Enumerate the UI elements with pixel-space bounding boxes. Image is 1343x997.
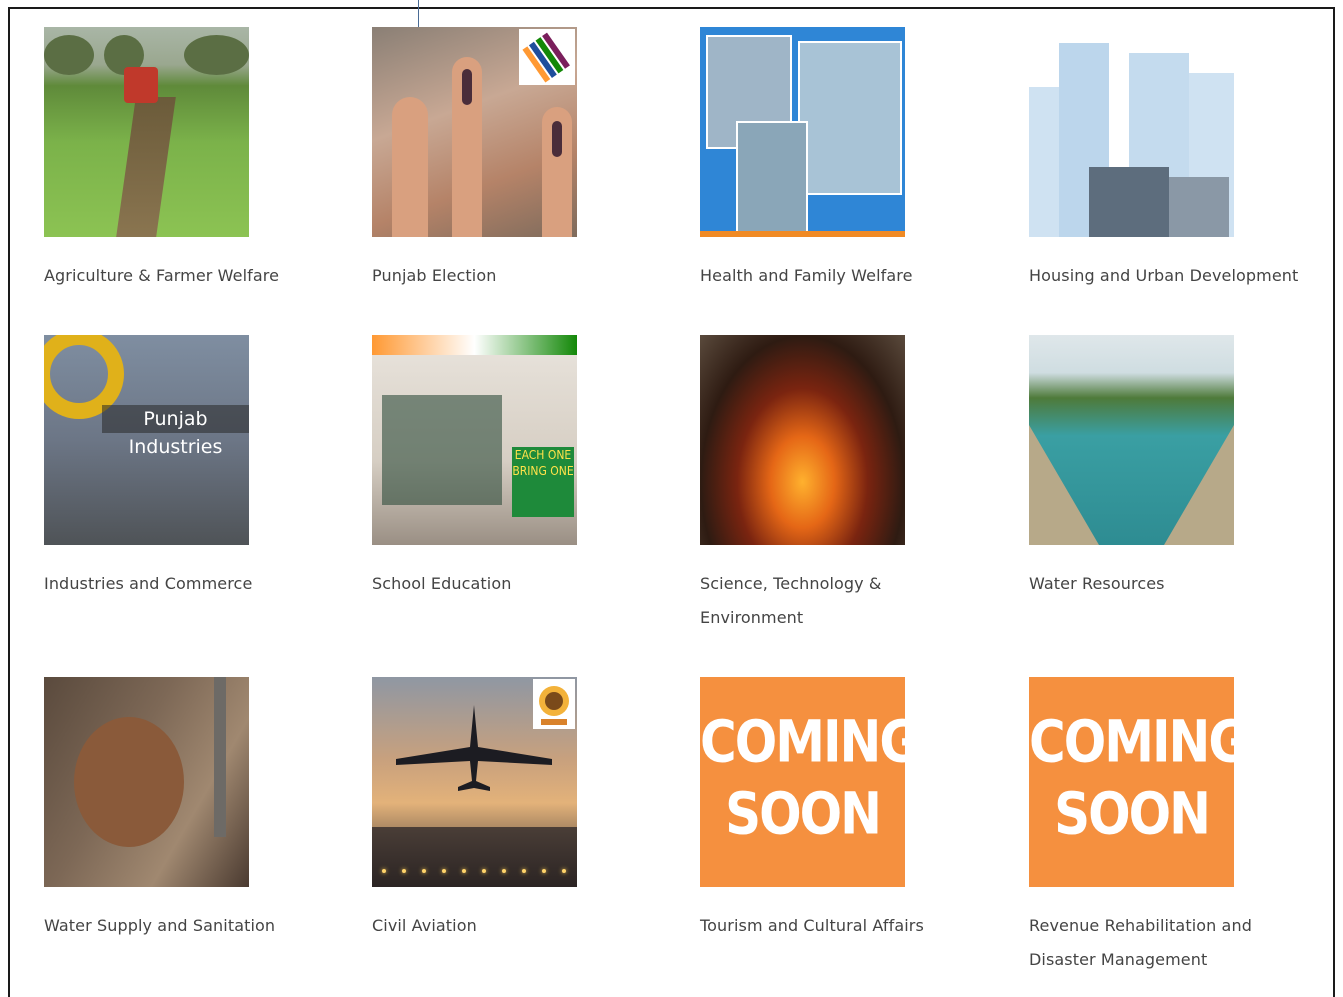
health-image[interactable] xyxy=(700,27,905,237)
runway-light xyxy=(462,869,466,873)
canal-bank xyxy=(1164,425,1234,545)
soon-text: SOON xyxy=(725,780,882,848)
tile-label[interactable]: Industries and Commerce xyxy=(44,567,344,601)
civil-aviation-image[interactable] xyxy=(372,677,577,887)
soon-text: SOON xyxy=(1054,780,1211,848)
tricolor-band xyxy=(372,335,577,355)
tile-housing[interactable]: Housing and Urban Development xyxy=(1029,27,1329,293)
tile-punjab-election[interactable]: Punjab Election xyxy=(372,27,672,293)
tile-label[interactable]: Water Resources xyxy=(1029,567,1329,601)
photo-panel xyxy=(798,41,902,195)
tractor-shape xyxy=(124,67,158,103)
tree-shape xyxy=(44,35,94,75)
tile-label[interactable]: Agriculture & Farmer Welfare xyxy=(44,259,344,293)
runway-light xyxy=(422,869,426,873)
tile-label[interactable]: Housing and Urban Development xyxy=(1029,259,1329,293)
tile-label[interactable]: School Education xyxy=(372,567,672,601)
each-one-bring-one-sign: EACH ONE BRING ONE xyxy=(512,447,574,517)
runway-light xyxy=(522,869,526,873)
tile-agriculture[interactable]: Agriculture & Farmer Welfare xyxy=(44,27,344,293)
building-shape xyxy=(1169,177,1229,237)
furrow-shape xyxy=(116,97,176,237)
government-emblem-icon xyxy=(533,679,575,729)
pipe-shape xyxy=(214,677,226,837)
tile-label[interactable]: Science, Technology & Environment xyxy=(700,567,920,635)
industries-image[interactable]: Punjab Industries xyxy=(44,335,249,545)
runway-light xyxy=(442,869,446,873)
water-resources-image[interactable] xyxy=(1029,335,1234,545)
election-logo-icon xyxy=(519,29,575,85)
punjab-industries-banner: Punjab Industries xyxy=(102,405,249,458)
tile-label[interactable]: Civil Aviation xyxy=(372,909,672,943)
coming-text: COMING xyxy=(1029,708,1234,776)
finger-shape xyxy=(392,97,428,237)
runway-light xyxy=(562,869,566,873)
tile-label[interactable]: Health and Family Welfare xyxy=(700,259,1000,293)
tile-label[interactable]: Water Supply and Sanitation xyxy=(44,909,344,943)
school-education-image[interactable]: EACH ONE BRING ONE xyxy=(372,335,577,545)
ink-mark xyxy=(462,69,472,105)
agriculture-image[interactable] xyxy=(44,27,249,237)
tile-revenue-rehabilitation[interactable]: COMING SOON Revenue Rehabilitation and D… xyxy=(1029,677,1329,977)
tile-health[interactable]: Health and Family Welfare xyxy=(700,27,1000,293)
tile-industries[interactable]: Punjab Industries Industries and Commerc… xyxy=(44,335,344,601)
science-technology-image[interactable] xyxy=(700,335,905,545)
classroom-shape xyxy=(382,395,502,505)
water-supply-image[interactable] xyxy=(44,677,249,887)
runway-shape xyxy=(372,827,577,887)
coming-soon-image[interactable]: COMING SOON xyxy=(1029,677,1234,887)
ink-mark xyxy=(552,121,562,157)
runway-light xyxy=(542,869,546,873)
canal-bank xyxy=(1029,425,1099,545)
building-shape xyxy=(1089,167,1169,237)
tile-label[interactable]: Tourism and Cultural Affairs xyxy=(700,909,1000,943)
tile-tourism[interactable]: COMING SOON Tourism and Cultural Affairs xyxy=(700,677,1000,943)
accent-bar xyxy=(700,231,905,237)
child-face-shape xyxy=(74,717,184,847)
runway-light xyxy=(482,869,486,873)
tile-label[interactable]: Punjab Election xyxy=(372,259,672,293)
runway-light xyxy=(382,869,386,873)
punjab-election-image[interactable] xyxy=(372,27,577,237)
housing-image[interactable] xyxy=(1029,27,1234,237)
tile-water-supply[interactable]: Water Supply and Sanitation xyxy=(44,677,344,943)
photo-panel xyxy=(736,121,808,233)
tile-school-education[interactable]: EACH ONE BRING ONE School Education xyxy=(372,335,672,601)
tree-shape xyxy=(184,35,249,75)
tile-water-resources[interactable]: Water Resources xyxy=(1029,335,1329,601)
coming-soon-image[interactable]: COMING SOON xyxy=(700,677,905,887)
runway-light xyxy=(402,869,406,873)
coming-text: COMING xyxy=(700,708,905,776)
runway-light xyxy=(502,869,506,873)
tile-label[interactable]: Revenue Rehabilitation and Disaster Mana… xyxy=(1029,909,1279,977)
tile-civil-aviation[interactable]: Civil Aviation xyxy=(372,677,672,943)
tile-science-technology[interactable]: Science, Technology & Environment xyxy=(700,335,1000,635)
